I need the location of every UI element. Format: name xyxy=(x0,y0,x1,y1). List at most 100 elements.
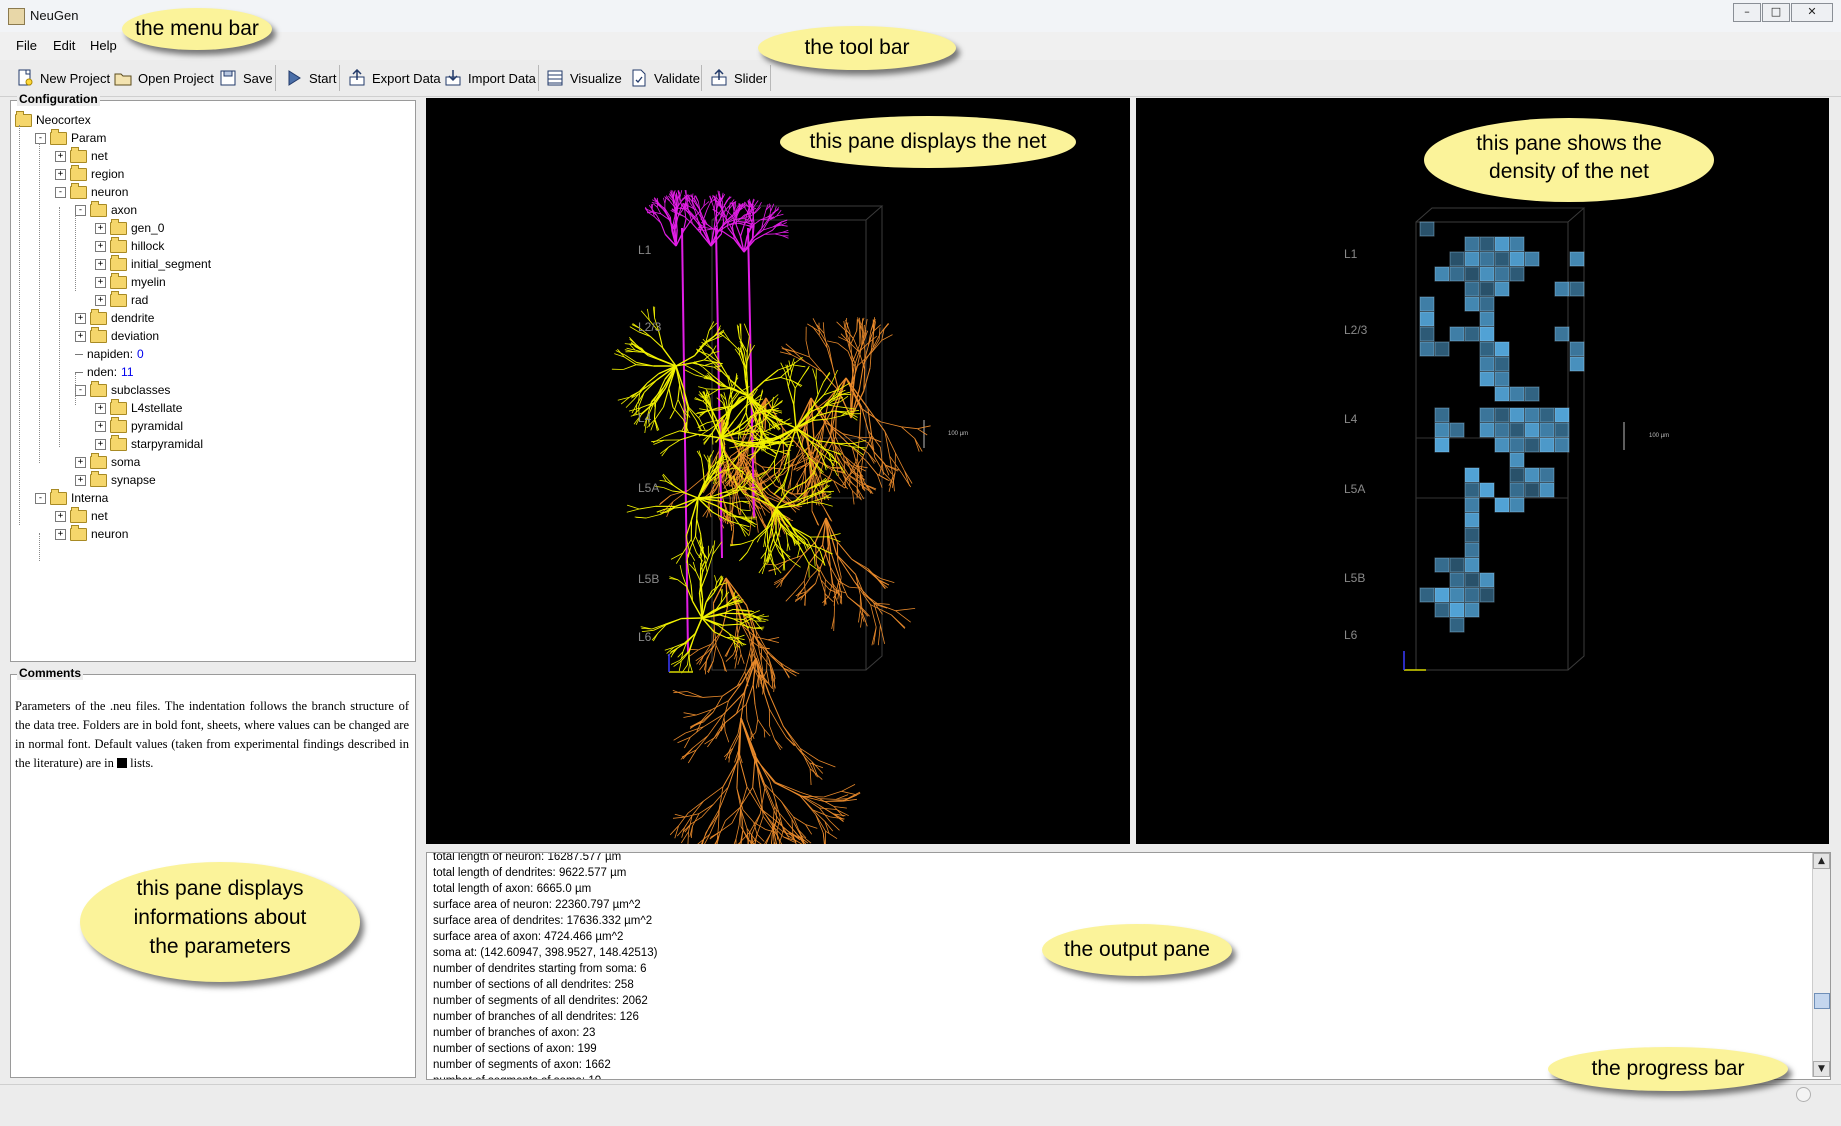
tree-node[interactable]: -axon xyxy=(75,201,137,219)
basal-dendrite xyxy=(704,360,714,362)
scroll-up-button[interactable]: ▲ xyxy=(1813,853,1830,869)
collapse-icon[interactable]: - xyxy=(35,493,46,504)
menu-file[interactable]: File xyxy=(16,38,37,53)
basal-dendrite xyxy=(647,374,659,384)
expand-icon[interactable]: + xyxy=(55,529,66,540)
new-project-button[interactable]: New Project xyxy=(16,65,110,91)
apical-tuft xyxy=(704,210,707,219)
menu-edit[interactable]: Edit xyxy=(53,38,75,53)
tree-node[interactable]: -Interna xyxy=(35,489,108,507)
slider-icon xyxy=(710,69,728,87)
output-text: total length of neuron: 16287.577 µmtota… xyxy=(433,852,657,1080)
validate-button[interactable]: Validate xyxy=(630,65,700,91)
collapse-icon[interactable]: - xyxy=(35,133,46,144)
apical-tuft xyxy=(764,210,766,218)
expand-icon[interactable]: + xyxy=(75,457,86,468)
visualize-button[interactable]: Visualize xyxy=(546,65,622,91)
export-data-button[interactable]: Export Data xyxy=(348,65,441,91)
tree-node[interactable]: +hillock xyxy=(95,237,164,255)
tree-node[interactable]: +myelin xyxy=(95,273,166,291)
basal-dendrite xyxy=(692,360,704,363)
tree-node[interactable]: nden:11 xyxy=(75,363,134,381)
tree-node[interactable]: +L4stellate xyxy=(95,399,182,417)
tree-node[interactable]: +rad xyxy=(95,291,148,309)
layer-label: L4 xyxy=(1344,412,1357,426)
apical-tuft xyxy=(770,204,771,212)
axon-branch xyxy=(805,595,806,606)
tree-node[interactable]: napiden:0 xyxy=(75,345,144,363)
basal-dendrite xyxy=(688,663,689,672)
density-cell xyxy=(1480,327,1494,341)
folder-icon xyxy=(110,258,127,271)
expand-icon[interactable]: + xyxy=(75,313,86,324)
expand-icon[interactable]: + xyxy=(95,259,106,270)
axon-branch xyxy=(752,814,761,835)
density-cell xyxy=(1495,423,1509,437)
tree-node[interactable]: -Param xyxy=(35,129,106,147)
open-project-button[interactable]: Open Project xyxy=(114,65,214,91)
maximize-button[interactable]: □ xyxy=(1762,3,1790,22)
axon-branch xyxy=(707,738,714,747)
tree-node[interactable]: +neuron xyxy=(55,525,128,543)
basal-dendrite xyxy=(678,385,680,400)
tree-node[interactable]: +gen_0 xyxy=(95,219,164,237)
save-button[interactable]: Save xyxy=(219,65,273,91)
tree-node[interactable]: +net xyxy=(55,507,108,525)
tree-node[interactable]: +starpyramidal xyxy=(95,435,203,453)
basal-dendrite xyxy=(715,575,717,583)
collapse-icon[interactable]: - xyxy=(75,205,86,216)
scroll-down-button[interactable]: ▼ xyxy=(1813,1061,1830,1077)
density-cell xyxy=(1465,603,1479,617)
basal-dendrite xyxy=(639,506,655,509)
density-view-pane[interactable]: L1L2/3L4L5AL5BL6 100 µm xyxy=(1136,98,1829,844)
density-cell xyxy=(1480,573,1494,587)
axon-branch xyxy=(917,429,927,435)
net-view-pane[interactable]: L1L2/3L4L5AL5BL6 100 µm xyxy=(426,98,1130,844)
density-scale-label: 100 µm xyxy=(1649,433,1669,439)
slider-button[interactable]: Slider xyxy=(710,65,767,91)
expand-icon[interactable]: + xyxy=(95,223,106,234)
tree-node[interactable]: +pyramidal xyxy=(95,417,183,435)
expand-icon[interactable]: + xyxy=(75,331,86,342)
expand-icon[interactable]: + xyxy=(55,151,66,162)
expand-icon[interactable]: + xyxy=(95,295,106,306)
tree-node[interactable]: +soma xyxy=(75,453,140,471)
import-data-button[interactable]: Import Data xyxy=(444,65,536,91)
close-button[interactable]: ✕ xyxy=(1791,3,1833,22)
expand-icon[interactable]: + xyxy=(75,475,86,486)
tree-node[interactable]: +net xyxy=(55,147,108,165)
axon-branch xyxy=(775,782,800,792)
window-titlebar: NeuGen – □ ✕ xyxy=(0,0,1841,33)
tree-node[interactable]: +dendrite xyxy=(75,309,154,327)
minimize-button[interactable]: – xyxy=(1733,3,1761,22)
collapse-icon[interactable]: - xyxy=(75,385,86,396)
output-line: total length of axon: 6665.0 µm xyxy=(433,881,657,897)
output-scrollbar[interactable]: ▲ ▼ xyxy=(1812,853,1830,1077)
expand-icon[interactable]: + xyxy=(95,277,106,288)
menu-help[interactable]: Help xyxy=(90,38,117,53)
tree-node[interactable]: -subclasses xyxy=(75,381,170,399)
density-cell xyxy=(1495,267,1509,281)
scroll-thumb[interactable] xyxy=(1814,993,1830,1009)
expand-icon[interactable]: + xyxy=(95,421,106,432)
expand-icon[interactable]: + xyxy=(95,439,106,450)
tree-node[interactable]: -neuron xyxy=(55,183,128,201)
start-button[interactable]: Start xyxy=(285,65,336,91)
density-cell xyxy=(1420,312,1434,326)
tree-node[interactable]: +region xyxy=(55,165,124,183)
axon-branch xyxy=(805,583,816,594)
tree-node[interactable]: Neocortex xyxy=(15,111,91,129)
callout-menu-bar-text: the menu bar xyxy=(135,17,259,40)
expand-icon[interactable]: + xyxy=(55,169,66,180)
tree-node[interactable]: +initial_segment xyxy=(95,255,211,273)
expand-icon[interactable]: + xyxy=(95,403,106,414)
expand-icon[interactable]: + xyxy=(95,241,106,252)
expand-icon[interactable]: + xyxy=(55,511,66,522)
tree-node[interactable]: +deviation xyxy=(75,327,159,345)
tree-node[interactable]: +synapse xyxy=(75,471,156,489)
collapse-icon[interactable]: - xyxy=(55,187,66,198)
axon-branch xyxy=(746,704,747,719)
tree-guide-line xyxy=(39,533,40,561)
axon-branch xyxy=(824,507,831,520)
basal-dendrite xyxy=(759,563,766,573)
